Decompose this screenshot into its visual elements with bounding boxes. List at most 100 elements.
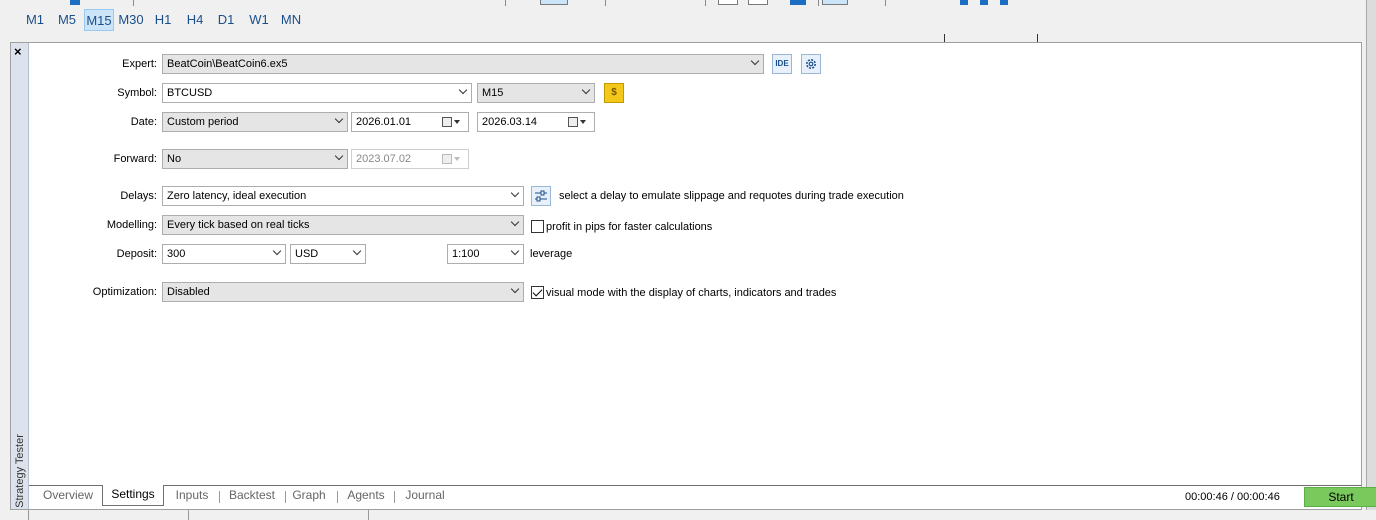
symbol-label: Symbol:: [117, 87, 157, 99]
chevron-down-icon: [750, 56, 760, 66]
timeframe-m30[interactable]: M30: [117, 9, 145, 31]
deposit-input[interactable]: 300: [162, 244, 286, 264]
chevron-down-icon: [510, 284, 520, 294]
timeframe-m15[interactable]: M15: [84, 9, 114, 31]
tab-inputs[interactable]: Inputs: [169, 486, 215, 506]
forward-value: No: [167, 153, 182, 165]
expert-label: Expert:: [122, 58, 157, 70]
tab-graph[interactable]: Graph: [288, 486, 330, 506]
gear-icon: [806, 59, 816, 69]
date-label: Date:: [130, 116, 157, 128]
tab-separator: [394, 491, 395, 503]
chevron-down-icon: [272, 246, 282, 256]
toolbar-button[interactable]: [748, 0, 768, 5]
symbol-value: BTCUSD: [167, 87, 213, 99]
optimization-select[interactable]: Disabled: [162, 282, 524, 302]
chart-scale-dots: [14, 30, 934, 34]
chevron-down-icon: [510, 217, 520, 227]
chevron-down-icon: [458, 85, 468, 95]
chevron-down-icon: [352, 246, 362, 256]
date-from-value: 2026.01.01: [356, 116, 412, 128]
forward-label: Forward:: [113, 153, 157, 165]
toolbar-icon[interactable]: [1000, 0, 1008, 5]
profit-pips-label: profit in pips for faster calculations: [546, 221, 713, 233]
toolbar-button[interactable]: [822, 0, 848, 5]
optimization-value: Disabled: [167, 286, 210, 298]
timeframe-w1[interactable]: W1: [247, 9, 271, 31]
tab-separator: [337, 491, 338, 503]
chevron-down-icon: [510, 246, 520, 256]
window-right-edge: [1366, 0, 1376, 520]
panel-side-bar: × Strategy Tester: [11, 43, 29, 509]
delay-settings-button[interactable]: [531, 186, 551, 206]
optimization-label: Optimization:: [92, 286, 157, 298]
date-period-select[interactable]: Custom period: [162, 112, 348, 132]
symbol-select[interactable]: BTCUSD: [162, 83, 472, 103]
timeframe-h1[interactable]: H1: [152, 9, 174, 31]
leverage-select[interactable]: 1:100: [447, 244, 524, 264]
tab-backtest[interactable]: Backtest: [222, 486, 282, 506]
chevron-down-icon: [510, 188, 520, 198]
deposit-value: 300: [167, 248, 186, 260]
panel-title-text: Strategy Tester: [14, 434, 26, 508]
toolbar-button[interactable]: [718, 0, 738, 5]
toolbar-icon[interactable]: [70, 0, 80, 5]
visual-mode-label: visual mode with the display of charts, …: [546, 287, 837, 299]
tab-settings[interactable]: Settings: [102, 485, 164, 506]
strategy-tester-panel: × Strategy Tester Expert: BeatCoin\BeatC…: [10, 42, 1376, 510]
start-button[interactable]: Start: [1304, 487, 1376, 507]
toolbar-icon[interactable]: [960, 0, 968, 5]
expert-select[interactable]: BeatCoin\BeatCoin6.ex5: [162, 54, 764, 74]
modelling-label: Modelling:: [106, 219, 157, 231]
tab-journal[interactable]: Journal: [397, 486, 453, 506]
sliders-icon: [535, 190, 547, 202]
close-icon[interactable]: ×: [14, 45, 22, 59]
symbol-timeframe-value: M15: [482, 87, 504, 99]
symbol-properties-button[interactable]: $: [604, 83, 624, 103]
tab-agents[interactable]: Agents: [341, 486, 391, 506]
date-from-field[interactable]: 2026.01.01: [351, 112, 469, 132]
tab-separator: [219, 491, 220, 503]
modelling-select[interactable]: Every tick based on real ticks: [162, 215, 524, 235]
profit-pips-checkbox[interactable]: [531, 220, 544, 233]
forward-select[interactable]: No: [162, 149, 348, 169]
leverage-label: leverage: [530, 248, 573, 260]
calendar-icon[interactable]: [442, 116, 464, 129]
timeframe-m1[interactable]: M1: [24, 9, 46, 31]
delays-select[interactable]: Zero latency, ideal execution: [162, 186, 524, 206]
status-separator: [188, 510, 189, 520]
toolbar-icon[interactable]: [980, 0, 988, 5]
date-period-value: Custom period: [167, 116, 239, 128]
timeframe-m5[interactable]: M5: [55, 9, 79, 31]
status-separator: [368, 510, 369, 520]
visual-mode-checkbox[interactable]: [531, 286, 544, 299]
tab-separator: [285, 491, 286, 503]
deposit-label: Deposit:: [116, 248, 157, 260]
status-separator: [28, 510, 29, 520]
expert-settings-button[interactable]: [801, 54, 821, 74]
currency-select[interactable]: USD: [290, 244, 366, 264]
delays-hint: select a delay to emulate slippage and r…: [559, 190, 904, 202]
toolbar-button[interactable]: [540, 0, 568, 5]
date-to-field[interactable]: 2026.03.14: [477, 112, 595, 132]
forward-date-field: 2023.07.02: [351, 149, 469, 169]
modelling-value: Every tick based on real ticks: [167, 219, 310, 231]
symbol-timeframe-select[interactable]: M15: [477, 83, 595, 103]
chevron-down-icon: [334, 151, 344, 161]
panel-title: Strategy Tester: [12, 433, 28, 509]
timeframe-h4[interactable]: H4: [184, 9, 206, 31]
timeframe-d1[interactable]: D1: [215, 9, 237, 31]
leverage-value: 1:100: [452, 248, 480, 260]
toolbar-icon[interactable]: [790, 0, 806, 5]
status-strip: [0, 510, 1376, 520]
forward-date-value: 2023.07.02: [356, 153, 412, 165]
chevron-down-icon: [581, 85, 591, 95]
ide-button[interactable]: IDE: [772, 54, 792, 74]
tab-overview[interactable]: Overview: [39, 486, 97, 506]
calendar-icon: [442, 153, 464, 166]
timeframe-bar: M1 M5 M15 M30 H1 H4 D1 W1 MN: [0, 6, 1376, 43]
timeframe-mn[interactable]: MN: [278, 9, 304, 31]
calendar-icon[interactable]: [568, 116, 590, 129]
delays-label: Delays:: [120, 190, 157, 202]
elapsed-timer: 00:00:46 / 00:00:46: [1185, 491, 1280, 503]
